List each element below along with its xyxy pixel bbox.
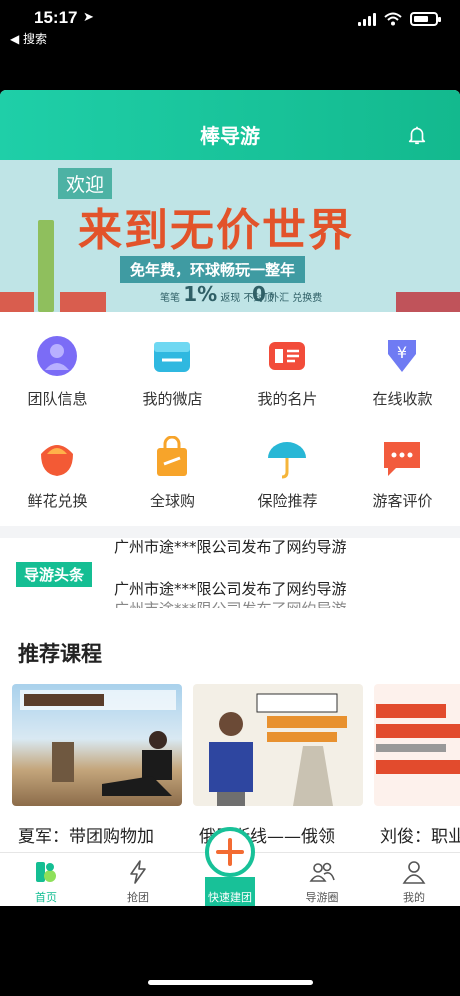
building-illustration bbox=[60, 292, 106, 312]
quick-create-button[interactable] bbox=[205, 827, 255, 877]
grid-item-insurance[interactable]: 保险推荐 bbox=[230, 418, 345, 518]
chat-icon bbox=[384, 442, 420, 476]
banner-headline: 来到无价世界 bbox=[78, 205, 354, 256]
tab-label: 抢团 bbox=[127, 891, 149, 904]
news-tag: 导游头条 bbox=[16, 562, 93, 587]
app-title: 棒导游 bbox=[200, 124, 260, 148]
banner-stat-fx: 0 外汇 兑换费 bbox=[252, 282, 323, 306]
tab-label: 我的 bbox=[403, 891, 425, 904]
news-item[interactable]: 广州市途***限公司发布了网约导游 bbox=[114, 578, 347, 599]
tower-illustration bbox=[38, 220, 54, 312]
grid-item-my-store[interactable]: 我的微店 bbox=[115, 316, 230, 416]
grid-label: 我的微店 bbox=[142, 390, 203, 408]
building-illustration bbox=[0, 292, 34, 312]
flower-icon bbox=[41, 445, 73, 476]
grid-item-tourist-reviews[interactable]: 游客评价 bbox=[345, 418, 460, 518]
banner-subline: 免年费，环球畅玩一整年 bbox=[120, 256, 306, 283]
section-title: 推荐课程 bbox=[18, 642, 102, 666]
battery-icon bbox=[410, 12, 441, 26]
store-icon bbox=[154, 342, 190, 372]
course-thumbnail bbox=[12, 684, 182, 806]
tab-grab-group[interactable]: 抢团 bbox=[92, 859, 184, 905]
grid-item-global-shopping[interactable]: 全球购 bbox=[115, 418, 230, 518]
people-icon bbox=[309, 862, 335, 882]
grid-item-business-card[interactable]: 我的名片 bbox=[230, 316, 345, 416]
tab-label: 导游圈 bbox=[305, 891, 339, 904]
svg-text:¥: ¥ bbox=[397, 343, 407, 362]
news-item[interactable]: 广州市途***限公司发布了网约导游 bbox=[114, 538, 347, 557]
cellular-signal-icon bbox=[358, 12, 376, 26]
back-to-search-link[interactable]: ◀ 搜索 bbox=[10, 30, 47, 47]
status-bar: 15:17 ➤ ◀ 搜索 bbox=[0, 0, 460, 60]
home-indicator[interactable] bbox=[148, 980, 313, 985]
grid-item-online-payment[interactable]: ¥ 在线收款 bbox=[345, 316, 460, 416]
course-title: 刘俊：职业 bbox=[380, 827, 460, 847]
building-illustration bbox=[396, 292, 460, 312]
grid-label: 团队信息 bbox=[27, 390, 88, 408]
grid-label: 全球购 bbox=[149, 492, 195, 510]
tab-mine[interactable]: 我的 bbox=[368, 859, 460, 905]
guide-team-course-illustration bbox=[376, 704, 460, 774]
bell-icon[interactable] bbox=[406, 124, 428, 146]
plus-icon bbox=[216, 838, 244, 866]
course-thumbnail bbox=[193, 684, 363, 806]
russia-course-illustration bbox=[209, 693, 347, 806]
clock: 15:17 bbox=[34, 8, 78, 27]
course-title: 夏军：带团购物加 bbox=[18, 827, 154, 847]
app-header: 棒导游 bbox=[0, 90, 460, 160]
promo-banner[interactable]: 欢迎 来到无价世界 免年费，环球畅玩一整年 笔笔 1% 返现 不封顶 0 外汇 … bbox=[0, 160, 460, 312]
seated-person-illustration bbox=[20, 690, 176, 796]
bag-icon bbox=[157, 436, 187, 476]
tab-guide-circle[interactable]: 导游圈 bbox=[276, 859, 368, 905]
grid-label: 保险推荐 bbox=[257, 492, 318, 510]
grid-item-flower-exchange[interactable]: 鲜花兑换 bbox=[0, 418, 115, 518]
location-arrow-icon: ➤ bbox=[83, 10, 94, 25]
card-icon bbox=[269, 342, 305, 370]
course-card[interactable]: 刘俊：职业 bbox=[374, 684, 460, 852]
team-icon bbox=[37, 336, 77, 376]
news-item[interactable]: 广州市途***限公司发布了网约导游 bbox=[114, 598, 347, 608]
function-grid: 团队信息 我的微店 我的名片 ¥ 在线收款 鲜花兑换 全球购 保险推荐 游客评价 bbox=[0, 312, 460, 526]
tab-label: 首页 bbox=[35, 891, 57, 904]
news-ticker[interactable]: 导游头条 广州市途***限公司发布了网约导游 广州市途***限公司发布了网约导游… bbox=[0, 538, 460, 608]
course-card[interactable]: 俄罗斯线——俄领 bbox=[193, 684, 363, 852]
tab-label: 快速建团 bbox=[208, 891, 252, 904]
status-indicators bbox=[358, 12, 441, 26]
app-screen: 棒导游 欢迎 来到无价世界 免年费，环球畅玩一整年 笔笔 1% 返现 不封顶 0… bbox=[0, 90, 460, 906]
course-thumbnail bbox=[374, 684, 460, 806]
umbrella-icon bbox=[268, 442, 306, 479]
wifi-icon bbox=[384, 12, 402, 26]
home-icon bbox=[36, 862, 56, 882]
tab-home[interactable]: 首页 bbox=[0, 859, 92, 905]
grid-label: 游客评价 bbox=[372, 492, 433, 510]
grid-label: 在线收款 bbox=[372, 390, 433, 408]
recommended-courses: 推荐课程 夏军：带团购物加 俄罗斯线——俄领 刘俊：职业 bbox=[0, 608, 460, 852]
grid-label: 我的名片 bbox=[257, 390, 318, 408]
lightning-icon bbox=[130, 860, 146, 884]
person-icon bbox=[402, 861, 426, 884]
grid-item-team-info[interactable]: 团队信息 bbox=[0, 316, 115, 416]
bottom-tab-bar: 首页 抢团 快速建团 导游圈 我的 bbox=[0, 827, 460, 906]
course-card[interactable]: 夏军：带团购物加 bbox=[12, 684, 182, 852]
grid-label: 鲜花兑换 bbox=[27, 492, 88, 510]
yuan-icon: ¥ bbox=[388, 340, 416, 372]
